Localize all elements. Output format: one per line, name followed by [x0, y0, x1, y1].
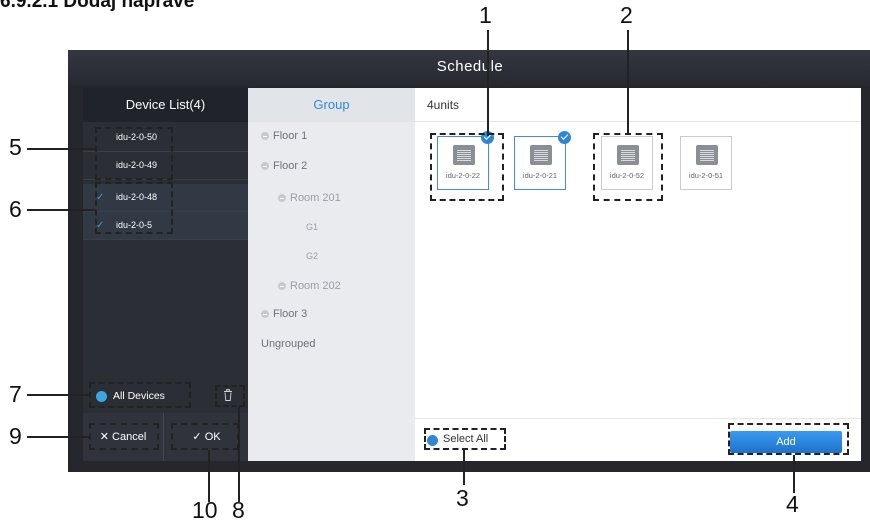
callout-number: 5: [9, 134, 22, 160]
selected-check-icon: [558, 131, 571, 144]
callout-box: [430, 133, 504, 201]
leader-line: [208, 450, 210, 502]
unit-label: idu-2-0-51: [688, 171, 724, 180]
leader-line: [27, 436, 89, 438]
callout-number: 6: [9, 196, 22, 222]
group-panel: Group Floor 1 Floor 2 Room 201 G1 G2 Roo…: [248, 88, 415, 461]
indoor-unit-icon: [530, 145, 552, 165]
collapse-icon: [261, 162, 269, 170]
callout-number: 1: [479, 2, 492, 28]
callout-box: [593, 133, 663, 201]
group-item-floor1[interactable]: Floor 1: [261, 130, 307, 142]
leader-line: [238, 407, 240, 502]
callout-number: 10: [192, 497, 218, 523]
callout-box: [171, 423, 239, 450]
callout-number: 3: [456, 485, 469, 511]
indoor-unit-icon: [696, 145, 718, 165]
group-item-room202[interactable]: Room 202: [278, 280, 341, 292]
leader-line: [27, 209, 95, 211]
callout-number: 9: [9, 423, 22, 449]
group-item-floor2[interactable]: Floor 2: [261, 160, 307, 172]
leader-line: [27, 394, 89, 396]
section-heading: 6.9.2.1 Dodaj naprave: [0, 0, 195, 12]
group-item-g2[interactable]: G2: [306, 251, 318, 261]
callout-box: [89, 423, 159, 450]
leader-line: [463, 450, 465, 485]
group-item-ungrouped[interactable]: Ungrouped: [261, 338, 315, 350]
callout-number: 8: [232, 497, 245, 523]
collapse-icon: [261, 310, 269, 318]
collapse-icon: [261, 132, 269, 140]
unit-card[interactable]: idu-2-0-21: [514, 131, 571, 190]
callout-number: 7: [9, 381, 22, 407]
callout-number: 4: [786, 491, 799, 517]
leader-line: [27, 148, 95, 150]
device-list-header: Device List(4): [83, 88, 248, 122]
group-header: Group: [248, 88, 415, 122]
collapse-icon: [278, 282, 286, 290]
units-count: 4units: [415, 88, 861, 122]
callout-box: [424, 428, 506, 450]
callout-box: [95, 182, 173, 234]
callout-box: [728, 423, 849, 455]
callout-box: [95, 127, 173, 180]
leader-line: [487, 30, 489, 136]
collapse-icon: [278, 194, 286, 202]
leader-line: [793, 455, 795, 493]
group-item-room201[interactable]: Room 201: [278, 192, 341, 204]
callout-box: [89, 382, 191, 408]
callout-number: 2: [620, 2, 633, 28]
group-item-g1[interactable]: G1: [306, 222, 318, 232]
callout-box: [215, 385, 245, 407]
title-bar: Schedule: [68, 50, 870, 86]
group-item-floor3[interactable]: Floor 3: [261, 308, 307, 320]
unit-card[interactable]: idu-2-0-51: [680, 136, 732, 190]
leader-line: [627, 30, 629, 135]
window-title: Schedule: [436, 58, 504, 75]
unit-label: idu-2-0-21: [522, 171, 558, 180]
